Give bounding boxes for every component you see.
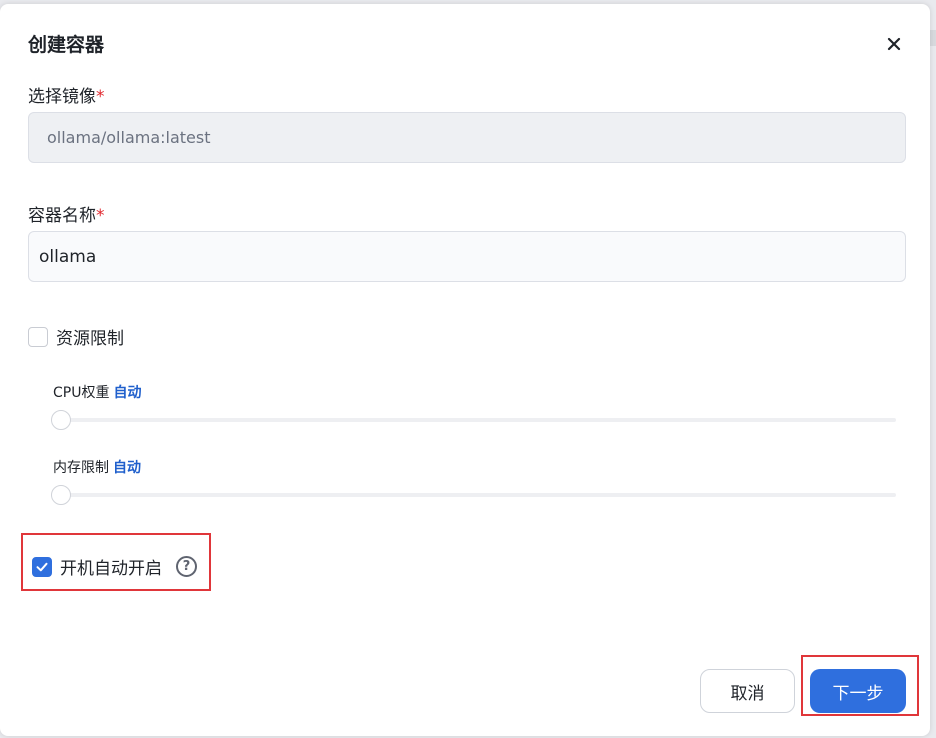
image-label-text: 选择镜像 [28, 87, 96, 107]
autostart-checkbox[interactable] [32, 556, 52, 577]
resource-limit-checkbox[interactable] [28, 326, 48, 347]
cpu-weight-label-text: CPU权重 [53, 385, 110, 401]
image-input-value: ollama/ollama:latest [47, 128, 211, 147]
question-circle-icon[interactable]: ? [176, 556, 197, 577]
memory-limit-value: 自动 [113, 460, 141, 476]
memory-limit-label: 内存限制 自动 [53, 457, 141, 477]
cpu-weight-slider[interactable] [51, 410, 896, 430]
autostart-label: 开机自动开启 [60, 559, 162, 579]
name-label-text: 容器名称 [28, 206, 96, 226]
image-field-label: 选择镜像* [28, 82, 105, 107]
cpu-weight-value: 自动 [113, 385, 142, 401]
memory-limit-slider[interactable] [51, 485, 896, 505]
required-mark: * [96, 87, 105, 107]
autostart-checkbox-row[interactable]: 开机自动开启 ? [32, 554, 197, 579]
cancel-button[interactable]: 取消 [700, 669, 795, 713]
close-icon [887, 37, 901, 51]
container-name-input[interactable]: ollama [28, 231, 906, 282]
name-field-label: 容器名称* [28, 201, 105, 226]
memory-limit-slider-thumb[interactable] [51, 485, 71, 505]
resource-limit-label: 资源限制 [56, 329, 124, 349]
check-icon [36, 562, 48, 571]
background-edge [930, 30, 936, 46]
memory-limit-label-text: 内存限制 [53, 460, 109, 476]
resource-limit-checkbox-row[interactable]: 资源限制 [28, 324, 124, 349]
close-button[interactable] [880, 30, 908, 58]
container-name-value: ollama [39, 246, 97, 267]
next-step-button[interactable]: 下一步 [810, 669, 906, 713]
create-container-dialog: 创建容器 选择镜像* ollama/ollama:latest 容器名称* ol… [0, 4, 930, 736]
cpu-weight-slider-thumb[interactable] [51, 410, 71, 430]
dialog-title: 创建容器 [28, 34, 105, 56]
required-mark: * [96, 206, 105, 226]
image-input: ollama/ollama:latest [28, 112, 906, 163]
cpu-weight-label: CPU权重 自动 [53, 382, 141, 402]
